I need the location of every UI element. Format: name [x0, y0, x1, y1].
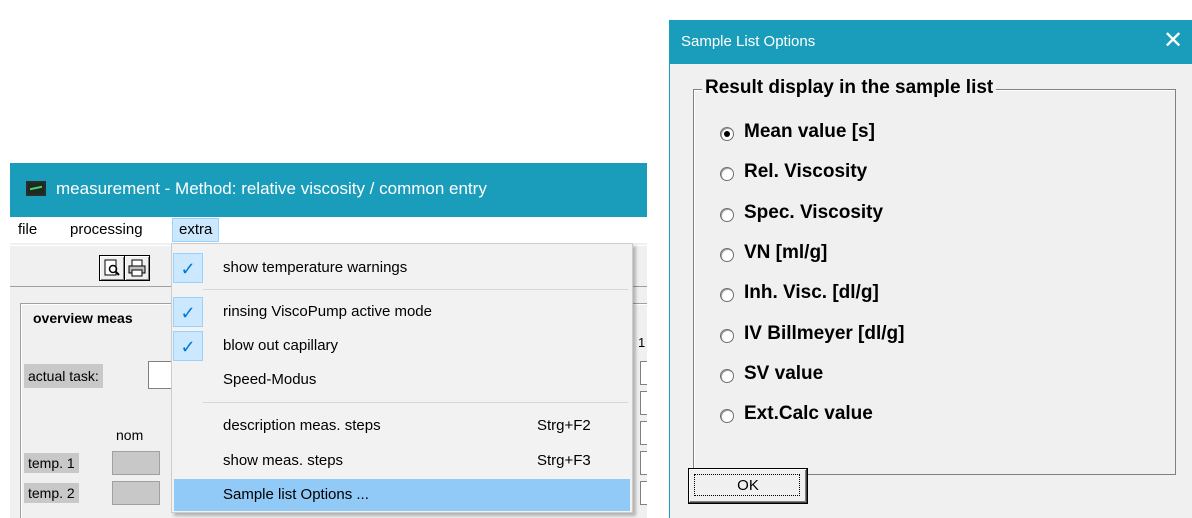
menu-item-label: rinsing ViscoPump active mode: [223, 303, 432, 320]
checkmark-icon: ✓: [173, 331, 203, 361]
radio-label: Inh. Visc. [dl/g]: [744, 282, 879, 303]
radio-button[interactable]: [720, 288, 734, 302]
radio-button[interactable]: [720, 329, 734, 343]
temp1-nom-field: [112, 451, 160, 475]
menu-bar: file processing extra: [10, 217, 647, 243]
close-icon[interactable]: ✕: [1158, 26, 1188, 56]
right-field[interactable]: [640, 361, 647, 385]
result-display-group-label: Result display in the sample list: [702, 77, 997, 99]
menu-item-label: show temperature warnings: [223, 259, 408, 276]
menu-item-label: Sample list Options ...: [223, 486, 369, 503]
right-field[interactable]: [640, 391, 647, 415]
radio-button[interactable]: [720, 409, 734, 423]
focus-rectangle: [694, 474, 800, 496]
app-monitor-icon: [26, 181, 46, 196]
menu-item-sample-list-options[interactable]: Sample list Options ...: [174, 479, 630, 511]
extra-dropdown-menu: ✓ show temperature warnings ✓ rinsing Vi…: [171, 243, 633, 513]
dialog-title: Sample List Options: [681, 33, 816, 50]
temp2-label: temp. 2: [24, 483, 79, 503]
radio-label: IV Billmeyer [dl/g]: [744, 323, 905, 344]
print-button[interactable]: [124, 255, 150, 281]
radio-button[interactable]: [720, 248, 734, 262]
menu-item-speed-modus[interactable]: Speed-Modus: [172, 364, 632, 396]
menu-item-show-temperature-warnings[interactable]: ✓ show temperature warnings: [172, 252, 632, 284]
actual-task-label: actual task:: [24, 364, 103, 388]
radio-label: Spec. Viscosity: [744, 202, 884, 223]
printer-icon: [128, 259, 146, 277]
menu-file[interactable]: file: [12, 219, 43, 241]
right-field[interactable]: [640, 481, 647, 505]
overview-group-label: overview meas: [30, 310, 136, 326]
nom-column-label: nom: [116, 427, 144, 443]
menu-item-show-meas-steps[interactable]: show meas. steps Strg+F3: [172, 445, 632, 477]
measurement-titlebar[interactable]: measurement - Method: relative viscosity…: [10, 163, 647, 217]
right-field[interactable]: [640, 421, 647, 445]
radio-button[interactable]: [720, 167, 734, 181]
print-preview-button[interactable]: [99, 255, 125, 281]
menu-item-label: Speed-Modus: [223, 371, 317, 388]
print-preview-icon: [104, 259, 120, 276]
menu-item-shortcut: Strg+F3: [537, 452, 591, 469]
menu-item-description-meas-steps[interactable]: description meas. steps Strg+F2: [172, 410, 632, 442]
menu-item-label: blow out capillary: [223, 337, 339, 354]
menu-item-label: show meas. steps: [223, 452, 344, 469]
temp1-label: temp. 1: [24, 453, 79, 473]
checkmark-icon: ✓: [173, 297, 203, 327]
ok-button[interactable]: OK: [688, 468, 808, 504]
radio-label: Ext.Calc value: [744, 403, 873, 424]
radio-button-selected[interactable]: [720, 127, 734, 141]
radio-label: Mean value [s]: [744, 121, 875, 142]
radio-label: VN [ml/g]: [744, 242, 828, 263]
radio-label: Rel. Viscosity: [744, 161, 868, 182]
radio-button[interactable]: [720, 369, 734, 383]
checkmark-icon: ✓: [173, 253, 203, 283]
radio-label: SV value: [744, 363, 824, 384]
radio-button[interactable]: [720, 208, 734, 222]
menu-item-label: description meas. steps: [223, 417, 381, 434]
sample-list-options-dialog: Sample List Options ✕ Result display in …: [669, 20, 1192, 518]
menu-extra[interactable]: extra: [172, 218, 220, 242]
column-label: 1: [638, 335, 646, 350]
menu-item-rinsing-viscopump[interactable]: ✓ rinsing ViscoPump active mode: [172, 296, 632, 328]
menu-item-shortcut: Strg+F2: [537, 417, 591, 434]
menu-separator: [203, 289, 628, 290]
temp2-nom-field: [112, 481, 160, 505]
menu-processing[interactable]: processing: [64, 219, 149, 241]
right-field[interactable]: [640, 451, 647, 475]
dialog-titlebar[interactable]: Sample List Options ✕: [670, 20, 1192, 64]
measurement-window-title: measurement - Method: relative viscosity…: [56, 179, 487, 198]
menu-item-blow-out-capillary[interactable]: ✓ blow out capillary: [172, 330, 632, 362]
menu-separator: [203, 402, 628, 403]
